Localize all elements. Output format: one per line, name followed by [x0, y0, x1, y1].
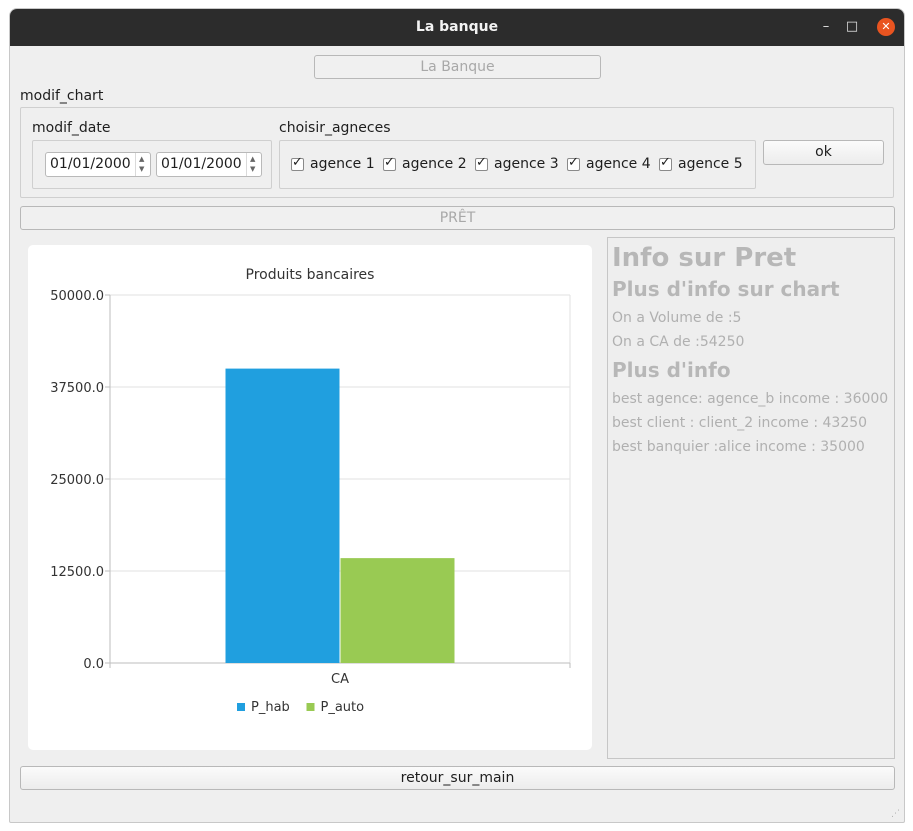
choisir-agneces-group: agence 1 agence 2 agence 3 agence 4 agen… — [279, 140, 756, 189]
bar-chart: Produits bancaires 0.0 12500.0 25000.0 3750… — [50, 267, 571, 715]
chevron-up-icon[interactable]: ▲ — [139, 155, 144, 163]
info-best-agence: best agence: agence_b income : 36000 — [612, 391, 889, 407]
date-to-value: 01/01/2000 — [161, 156, 242, 172]
checkbox-label: agence 5 — [678, 156, 743, 172]
date-from-spinbox[interactable]: 01/01/2000 ▲ ▼ — [45, 152, 151, 177]
retour-sur-main-button[interactable]: retour_sur_main — [20, 766, 895, 790]
legend-swatch — [306, 703, 315, 711]
la-banque-button[interactable]: La Banque — [314, 55, 601, 79]
window-title: La banque — [415, 19, 499, 35]
y-tick-label: 0.0 — [83, 657, 104, 672]
choisir-agneces-label: choisir_agneces — [279, 120, 391, 136]
legend-swatch — [237, 703, 245, 711]
checkbox-label: agence 3 — [494, 156, 559, 172]
x-tick-label: CA — [331, 672, 349, 687]
checkbox-agence-3[interactable]: agence 3 — [475, 155, 559, 173]
y-tick-label: 50000.0 — [50, 289, 104, 304]
y-tick-label: 12500.0 — [50, 565, 104, 580]
close-icon[interactable]: ✕ — [877, 18, 895, 36]
info-best-banquier: best banquier :alice income : 35000 — [612, 439, 865, 455]
checkbox-checked-icon[interactable] — [659, 155, 672, 171]
bar-p-auto — [340, 558, 455, 663]
date-from-stepper[interactable]: ▲ ▼ — [135, 153, 150, 176]
legend-label: P_auto — [321, 700, 365, 715]
chart-title: Produits bancaires — [246, 267, 375, 283]
info-panel: Info sur Pret Plus d'info sur chart On a… — [607, 237, 895, 759]
checkbox-checked-icon[interactable] — [383, 155, 396, 171]
date-from-value: 01/01/2000 — [50, 156, 131, 172]
checkbox-checked-icon[interactable] — [291, 155, 304, 171]
modif-chart-group: modif_date 01/01/2000 ▲ ▼ 01/01/2000 ▲ ▼… — [20, 107, 894, 198]
modif-date-group: 01/01/2000 ▲ ▼ 01/01/2000 ▲ ▼ — [32, 140, 272, 189]
date-to-stepper[interactable]: ▲ ▼ — [246, 153, 261, 176]
main-window: La banque – □ ✕ La Banque modif_chart mo… — [9, 8, 905, 823]
info-ca: On a CA de :54250 — [612, 334, 745, 350]
checkbox-label: agence 1 — [310, 156, 375, 172]
resize-grip-icon[interactable]: ⋰ — [891, 809, 901, 819]
pret-button[interactable]: PRÊT — [20, 206, 895, 230]
checkbox-label: agence 4 — [586, 156, 651, 172]
chart-panel: Produits bancaires 0.0 12500.0 25000.0 3750… — [28, 245, 592, 750]
ok-button[interactable]: ok — [763, 140, 884, 165]
checkbox-agence-2[interactable]: agence 2 — [383, 155, 467, 173]
bar-p-hab — [225, 368, 340, 663]
info-chart-heading: Plus d'info sur chart — [612, 277, 840, 301]
maximize-icon[interactable]: □ — [843, 18, 861, 36]
chevron-down-icon[interactable]: ▼ — [250, 165, 255, 173]
checkbox-agence-5[interactable]: agence 5 — [659, 155, 743, 173]
chevron-up-icon[interactable]: ▲ — [250, 155, 255, 163]
y-tick-label: 37500.0 — [50, 381, 104, 396]
checkbox-label: agence 2 — [402, 156, 467, 172]
checkbox-agence-4[interactable]: agence 4 — [567, 155, 651, 173]
minimize-icon[interactable]: – — [817, 18, 835, 36]
info-volume: On a Volume de :5 — [612, 310, 742, 326]
legend-label: P_hab — [251, 700, 290, 715]
modif-date-label: modif_date — [32, 120, 111, 136]
date-to-spinbox[interactable]: 01/01/2000 ▲ ▼ — [156, 152, 262, 177]
info-best-client: best client : client_2 income : 43250 — [612, 415, 868, 431]
title-bar: La banque – □ ✕ — [10, 9, 904, 46]
checkbox-agence-1[interactable]: agence 1 — [291, 155, 375, 173]
info-more-heading: Plus d'info — [612, 358, 731, 382]
chevron-down-icon[interactable]: ▼ — [139, 165, 144, 173]
checkbox-checked-icon[interactable] — [567, 155, 580, 171]
y-tick-label: 25000.0 — [50, 473, 104, 488]
checkbox-checked-icon[interactable] — [475, 155, 488, 171]
info-title: Info sur Pret — [612, 243, 797, 273]
modif-chart-label: modif_chart — [20, 88, 104, 104]
